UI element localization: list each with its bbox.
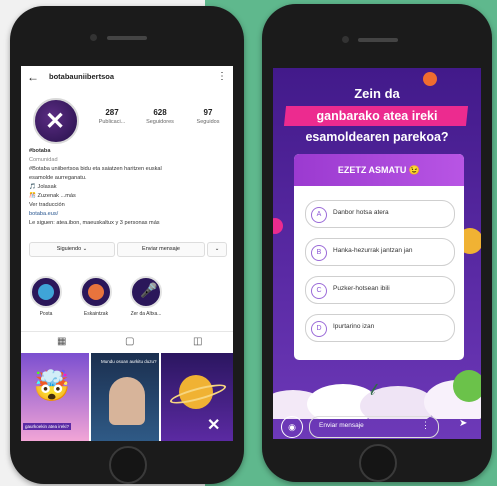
clouds-decoration <box>273 370 481 419</box>
question-line: esamoldearen parekoa? <box>305 130 449 144</box>
bio-link[interactable]: botaba.eus/ <box>29 211 58 217</box>
phone-right: Zein da ganbarako atea ireki esamoldeare… <box>262 4 492 482</box>
translate-link[interactable]: Ver traducción <box>29 202 65 208</box>
more-options-icon[interactable]: ⋮ <box>217 71 227 82</box>
post-caption: Mundu osoan aurkitu duzu? <box>101 359 157 364</box>
grid-post[interactable]: ✕ <box>161 353 233 441</box>
highlight-zer-da[interactable]: 🎤 Zer da Altxa... <box>129 276 163 317</box>
bio-line: esamolde aurreganatu. <box>29 175 87 181</box>
following-button[interactable]: Siguiendo ⌄ <box>29 242 115 257</box>
reply-input[interactable]: Enviar mensaje ⋮ <box>309 416 439 438</box>
quiz-sticker: EZETZ ASMATU 😉 A Danbor hotsa atera B Ha… <box>294 154 464 360</box>
microphone-icon: 🎤 <box>140 282 158 298</box>
grid-icon[interactable]: ▦ <box>57 336 66 347</box>
highlight-label: Posta <box>39 311 53 317</box>
logo-icon: 𝓁 <box>370 380 376 399</box>
message-button[interactable]: Enviar mensaje <box>117 242 205 257</box>
grid-post[interactable]: Mundu osoan aurkitu duzu? <box>91 353 159 441</box>
quiz-option-b[interactable]: B Hanka-hezurrak jantzan jan <box>305 238 455 266</box>
highlight-cover <box>80 276 112 308</box>
question-highlight: ganbarako atea ireki <box>316 109 438 123</box>
highlight-posta[interactable]: Posta <box>29 276 63 317</box>
profile-tabs: ▦ ▢ ◫ <box>21 331 233 352</box>
back-arrow-icon[interactable]: ← <box>27 70 39 84</box>
camera <box>342 36 349 43</box>
logo-icon: ✕ <box>207 417 221 434</box>
highlight-label: Eskaintzak <box>83 311 109 317</box>
stat-following[interactable]: 97 Seguidos <box>185 108 231 125</box>
logo-icon: ✕ <box>45 108 66 135</box>
phone-left: ← botabauniibertsoa ⋮ ✕ 287 Publicaci...… <box>10 6 244 484</box>
followed-by[interactable]: Le siguen: atea.ibon, maeuskaltux y 3 pe… <box>29 220 160 226</box>
speaker <box>358 38 398 42</box>
option-text: Danbor hotsa atera <box>333 209 389 216</box>
highlight-eskaintzak[interactable]: Eskaintzak <box>79 276 113 317</box>
emoji-icon: 🤯 <box>33 370 71 403</box>
tagged-icon[interactable]: ◫ <box>193 336 202 347</box>
profile-header: ← botabauniibertsoa ⋮ <box>21 66 233 88</box>
igtv-icon[interactable]: ▢ <box>125 336 134 347</box>
option-letter: B <box>311 245 327 261</box>
stat-posts[interactable]: 287 Publicaci... <box>89 108 135 125</box>
instagram-profile-screen: ← botabauniibertsoa ⋮ ✕ 287 Publicaci...… <box>21 66 233 441</box>
send-icon[interactable]: ➤ <box>459 418 467 429</box>
quiz-option-d[interactable]: D Ipurtarino izan <box>305 314 455 342</box>
option-text: Ipurtarino izan <box>333 323 375 330</box>
suggested-dropdown-button[interactable]: ⌄ <box>207 242 227 257</box>
bio-line: 🎵 Jolasak <box>29 184 57 190</box>
home-button[interactable] <box>109 446 147 484</box>
post-grid: 🤯 gaurkoekin atea ireki? Mundu osoan aur… <box>21 353 233 441</box>
stat-followers[interactable]: 628 Seguidores <box>137 108 183 125</box>
question-line: Zein da <box>354 86 400 101</box>
home-button[interactable] <box>359 444 397 482</box>
option-letter: D <box>311 321 327 337</box>
option-letter: A <box>311 207 327 223</box>
stat-value: 287 <box>105 108 119 117</box>
more-options-icon[interactable]: ⋮ <box>421 420 430 431</box>
option-letter: C <box>311 283 327 299</box>
quiz-header: EZETZ ASMATU 😉 <box>294 154 464 186</box>
bio-category: Comunidad <box>29 157 58 163</box>
option-text: Hanka-hezurrak jantzan jan <box>333 247 413 254</box>
highlight-cover: 🎤 <box>130 276 162 308</box>
reply-placeholder: Enviar mensaje <box>319 422 364 429</box>
instagram-story-screen: Zein da ganbarako atea ireki esamoldeare… <box>273 68 481 439</box>
post-caption: gaurkoekin atea ireki? <box>23 423 72 430</box>
option-text: Puzker-hotsean ibili <box>333 285 390 292</box>
stat-label: Seguidos <box>196 119 220 125</box>
camera-icon[interactable]: ◉ <box>281 416 303 438</box>
camera <box>90 34 97 41</box>
quiz-option-a[interactable]: A Danbor hotsa atera <box>305 200 455 228</box>
profile-username: botabauniibertsoa <box>49 72 115 81</box>
stat-label: Publicaci... <box>98 119 126 125</box>
avatar[interactable]: ✕ <box>33 98 79 144</box>
person-photo <box>109 377 145 425</box>
grid-post[interactable]: 🤯 gaurkoekin atea ireki? <box>21 353 89 441</box>
highlight-label: Zer da Altxa... <box>130 311 162 317</box>
quiz-option-c[interactable]: C Puzker-hotsean ibili <box>305 276 455 304</box>
stat-value: 97 <box>203 108 213 117</box>
planet-shape <box>273 218 283 234</box>
reply-bar: ◉ Enviar mensaje ⋮ ➤ <box>273 413 481 439</box>
speaker <box>107 36 147 40</box>
stat-value: 628 <box>153 108 167 117</box>
highlight-cover <box>30 276 62 308</box>
stat-label: Seguidores <box>146 119 174 125</box>
bio-name: #botaba <box>29 148 51 154</box>
bio-line: #Botaba uniibertsoa bidu eta saiatzen ha… <box>29 166 162 172</box>
planet-shape <box>423 72 437 86</box>
bio-line[interactable]: 🎊 Zuzenak ...más <box>29 193 76 199</box>
